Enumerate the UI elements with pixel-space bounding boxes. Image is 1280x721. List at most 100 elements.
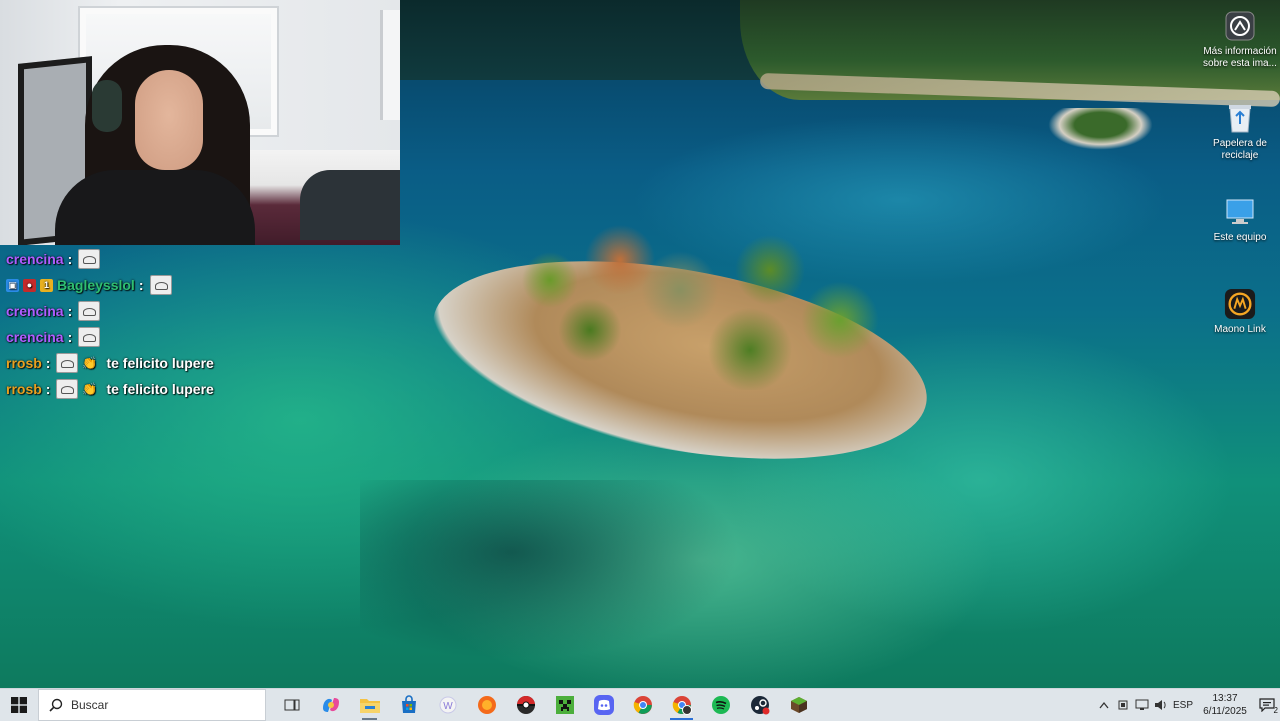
taskbar-app-file-explorer[interactable] <box>350 689 389 721</box>
recycle-bin-icon <box>1224 102 1256 134</box>
speaker-icon <box>1154 700 1166 710</box>
desktop-icon-label: Papelera de reciclaje <box>1213 138 1267 161</box>
maono-link-icon <box>1224 288 1256 320</box>
taskbar-app-orange[interactable] <box>467 689 506 721</box>
chat-emote-icon <box>78 301 101 321</box>
chat-emote-icon <box>56 353 79 373</box>
wallpaper-deep-water <box>360 480 740 660</box>
chat-separator: : <box>138 277 144 293</box>
chat-emote-icon <box>78 249 101 269</box>
taskbar-app-copilot[interactable] <box>311 689 350 721</box>
chat-username: Bagleysslol <box>57 277 135 293</box>
taskbar-app-word[interactable]: W <box>428 689 467 721</box>
network-button[interactable] <box>1132 689 1151 721</box>
chat-message: crencina: <box>6 298 306 324</box>
webcam-person-body <box>55 170 255 245</box>
taskbar-search-box[interactable]: Buscar <box>38 689 266 721</box>
chat-username: crencina <box>6 329 64 345</box>
clock-date: 6/11/2025 <box>1203 706 1247 717</box>
prime-badge: ▣ <box>6 278 19 292</box>
discord-icon <box>593 695 614 715</box>
wallpaper-info-shortcut[interactable]: Más información sobre esta ima... <box>1200 10 1280 70</box>
clap-emote-icon: 👏 <box>82 356 97 370</box>
file-explorer-icon <box>359 699 380 713</box>
taskbar-app-minecraft-launcher[interactable] <box>779 689 818 721</box>
clap-emote-icon: 👏 <box>82 382 97 396</box>
desktop-icon-recycle-bin[interactable]: Papelera de reciclaje <box>1200 102 1280 162</box>
taskbar-app-steam[interactable] <box>740 689 779 721</box>
taskbar-app-chrome[interactable] <box>623 689 662 721</box>
notification-center-button[interactable]: 2 <box>1254 689 1280 721</box>
chat-overlay: crencina: ▣ ● 1 Bagleysslol: crencina: crencin… <box>6 246 306 402</box>
webcam-door <box>380 10 400 120</box>
gold-badge: 1 <box>40 278 53 292</box>
taskbar-app-chrome-profile[interactable] <box>662 689 701 721</box>
chat-message: rrosb: 👏 te felicito lupere <box>6 376 306 402</box>
clock[interactable]: 13:37 6/11/2025 <box>1196 692 1254 718</box>
notification-count: 2 <box>1273 706 1278 715</box>
desktop-icon-this-pc[interactable]: Este equipo <box>1200 196 1280 244</box>
computer-icon <box>1224 196 1256 228</box>
chat-emote-icon <box>56 379 79 399</box>
taskbar-app-minecraft[interactable] <box>545 689 584 721</box>
chevron-up-icon <box>1098 701 1109 709</box>
island-trees <box>470 190 890 390</box>
webcam-person-face <box>135 70 203 170</box>
chat-emote-icon <box>149 275 172 295</box>
show-hidden-icons-button[interactable] <box>1094 689 1113 721</box>
spotify-icon <box>711 696 730 714</box>
wallpaper-info-label: Más información sobre esta ima... <box>1203 46 1277 69</box>
wallpaper-forest-shadow <box>400 0 760 80</box>
usb-device-icon <box>1118 700 1127 710</box>
word-icon: W <box>439 696 456 714</box>
language-indicator[interactable]: ESP <box>1170 700 1196 711</box>
taskbar-app-discord[interactable] <box>584 689 623 721</box>
pokeball-app-icon <box>516 696 535 714</box>
store-icon <box>401 695 416 713</box>
chat-separator: : <box>45 355 51 371</box>
desktop-icon-maono-link[interactable]: Maono Link <box>1200 288 1280 336</box>
chat-message: crencina: <box>6 246 306 272</box>
chat-message: rrosb: 👏 te felicito lupere <box>6 350 306 376</box>
taskbar: Buscar W ESP 13:37 6/11/2025 2 <box>0 688 1280 721</box>
minecraft-launcher-icon <box>790 697 807 713</box>
svg-text:W: W <box>443 701 453 712</box>
search-icon <box>49 698 63 712</box>
tray-device-button[interactable] <box>1113 689 1132 721</box>
chat-separator: : <box>67 251 73 267</box>
task-view-button[interactable] <box>272 689 311 721</box>
webcam-overlay <box>0 0 400 245</box>
chat-emote-icon <box>78 327 101 347</box>
volume-button[interactable] <box>1151 689 1170 721</box>
network-icon <box>1135 699 1148 710</box>
taskbar-app-pokeball[interactable] <box>506 689 545 721</box>
start-button[interactable] <box>0 689 38 721</box>
wallpaper-island <box>418 190 942 493</box>
system-tray: ESP 13:37 6/11/2025 2 <box>1094 689 1280 721</box>
clock-time: 13:37 <box>1212 693 1238 704</box>
chat-message-text: te felicito lupere <box>106 381 214 397</box>
chat-message: crencina: <box>6 324 306 350</box>
chat-username: rrosb <box>6 381 42 397</box>
task-view-icon <box>284 699 299 711</box>
red-badge: ● <box>23 278 36 292</box>
chat-username: rrosb <box>6 355 42 371</box>
desktop-icon-label: Este equipo <box>1213 232 1267 243</box>
headset-icon <box>92 80 122 132</box>
desktop-icon-label: Maono Link <box>1214 324 1266 335</box>
taskbar-app-store[interactable] <box>389 689 428 721</box>
chat-message-text: te felicito lupere <box>106 355 214 371</box>
chat-separator: : <box>67 303 73 319</box>
search-placeholder: Buscar <box>71 698 109 712</box>
chrome-icon <box>633 696 652 714</box>
copilot-icon <box>322 698 339 712</box>
wallpaper-info-icon <box>1224 10 1256 42</box>
webcam-blanket <box>300 170 400 240</box>
chat-username: crencina <box>6 251 64 267</box>
windows-logo-icon <box>11 697 27 713</box>
taskbar-app-spotify[interactable] <box>701 689 740 721</box>
steam-icon <box>750 696 769 715</box>
orange-app-icon <box>477 696 496 714</box>
chrome-profile-icon <box>672 696 692 715</box>
chat-message: ▣ ● 1 Bagleysslol: <box>6 272 306 298</box>
